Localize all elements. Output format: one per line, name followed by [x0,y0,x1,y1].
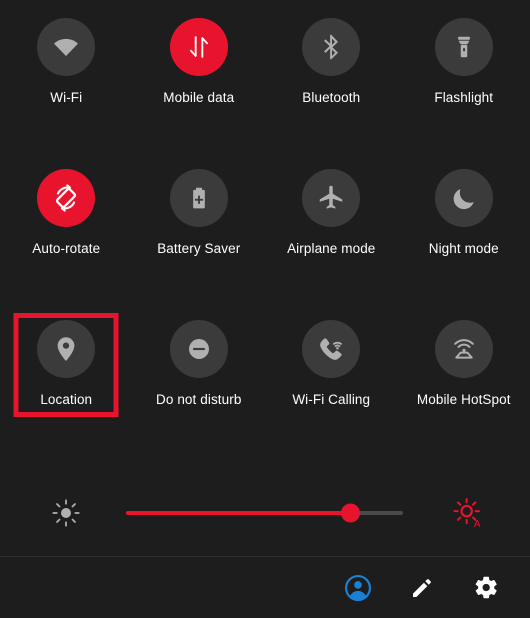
hotspot-icon [454,339,474,359]
quick-settings-tile-grid: Wi-Fi Mobile data Bluetooth Flashlight A… [0,0,530,463]
tile-auto-rotate-label: Auto-rotate [32,241,101,256]
tile-location-circle [37,320,96,378]
wifi-calling-icon [320,338,343,360]
tile-bluetooth-circle [302,18,361,76]
tile-do-not-disturb-circle [169,320,228,378]
brightness-slider-fill [126,511,351,515]
tile-battery-saver[interactable]: Battery Saver [133,161,266,312]
location-pin-icon [57,337,75,361]
flashlight-icon [457,36,470,58]
tile-mobile-data-circle [169,18,228,76]
edit-pencil-icon [413,578,431,597]
tile-airplane-mode-circle [302,169,361,227]
brightness-low-icon-wrap [48,495,84,531]
do-not-disturb-icon [188,339,209,359]
edit-button[interactable] [400,566,444,610]
tile-do-not-disturb-label: Do not disturb [156,392,242,407]
tile-auto-rotate-circle [37,169,96,227]
tile-battery-saver-circle [169,169,228,227]
brightness-low-icon [52,499,80,527]
mobile-data-icon [189,36,208,58]
svg-text:A: A [474,519,481,529]
tile-battery-saver-label: Battery Saver [157,241,241,256]
tile-location[interactable]: Location [0,312,133,463]
moon-icon [453,189,474,210]
user-account-icon [345,574,371,601]
tile-wifi-circle [37,18,96,76]
tile-wifi[interactable]: Wi-Fi [0,10,133,161]
tile-night-mode-circle [434,169,493,227]
tile-location-label: Location [40,392,93,407]
tile-mobile-data-label: Mobile data [163,90,235,105]
tile-mobile-hotspot-label: Mobile HotSpot [416,392,511,407]
brightness-slider[interactable] [126,503,403,523]
brightness-auto-icon: A [453,498,481,529]
quick-settings-panel: Wi-Fi Mobile data Bluetooth Flashlight A… [0,0,530,618]
tile-airplane-mode-label: Airplane mode [287,241,376,256]
tile-bluetooth-label: Bluetooth [302,90,361,105]
tile-flashlight-circle [434,18,493,76]
tile-flashlight[interactable]: Flashlight [398,10,530,161]
tile-mobile-hotspot[interactable]: Mobile HotSpot [398,312,530,463]
tile-airplane-mode[interactable]: Airplane mode [265,161,398,312]
battery-saver-icon [192,187,205,209]
auto-rotate-icon [56,184,77,212]
bluetooth-icon [324,34,339,60]
brightness-row: A [0,483,530,543]
airplane-icon [320,185,343,209]
tile-wifi-calling-label: Wi-Fi Calling [292,392,371,407]
settings-button[interactable] [464,566,508,610]
tile-night-mode-label: Night mode [428,241,499,256]
tile-wifi-calling[interactable]: Wi-Fi Calling [265,312,398,463]
tile-wifi-calling-circle [302,320,361,378]
tile-mobile-hotspot-circle [434,320,493,378]
tile-wifi-label: Wi-Fi [50,90,83,105]
bottom-action-bar [0,557,530,618]
brightness-auto-button[interactable]: A [448,493,488,533]
tile-flashlight-label: Flashlight [434,90,494,105]
tile-do-not-disturb[interactable]: Do not disturb [133,312,266,463]
tile-mobile-data[interactable]: Mobile data [133,10,266,161]
tile-auto-rotate[interactable]: Auto-rotate [0,161,133,312]
tile-bluetooth[interactable]: Bluetooth [265,10,398,161]
user-account-button[interactable] [336,566,380,610]
wifi-icon [54,38,79,56]
settings-gear-icon [475,576,497,599]
brightness-slider-thumb[interactable] [340,503,360,523]
tile-night-mode[interactable]: Night mode [398,161,530,312]
